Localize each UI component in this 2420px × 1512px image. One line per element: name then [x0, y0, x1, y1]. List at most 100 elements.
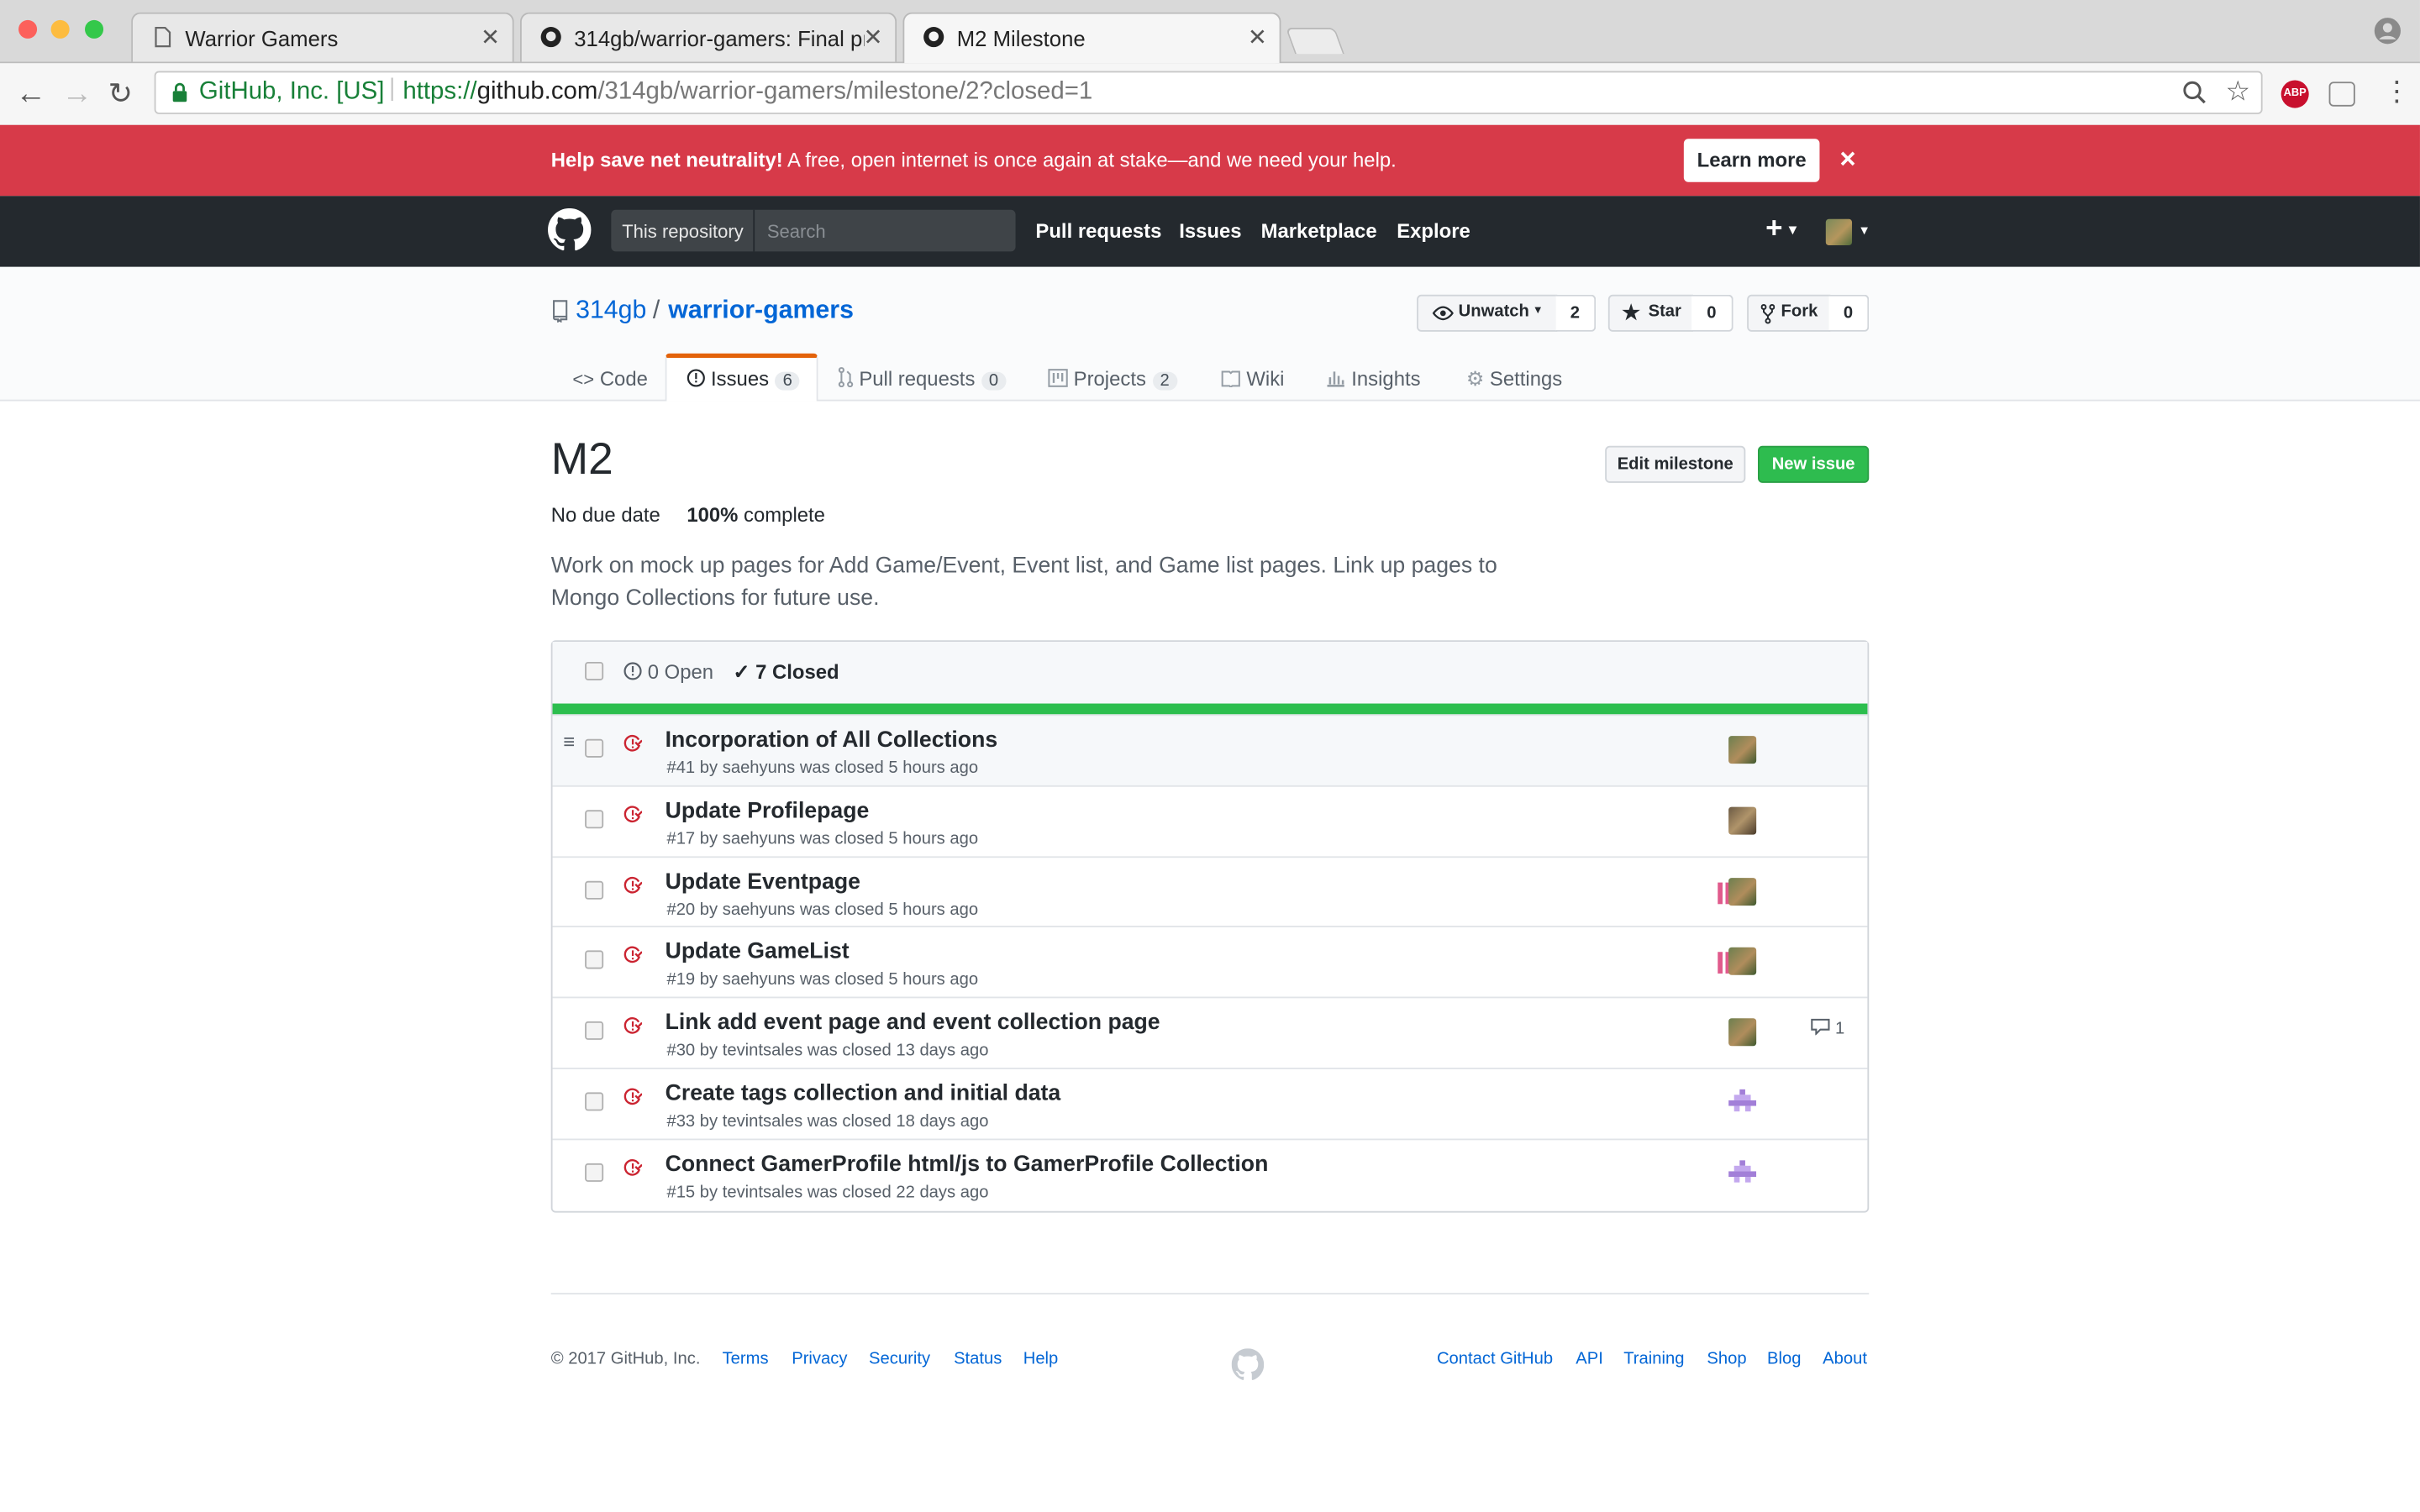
tab-settings[interactable]: ⚙ Settings: [1466, 367, 1562, 391]
footer-link-status[interactable]: Status: [954, 1350, 1002, 1368]
footer-link-contact[interactable]: Contact GitHub: [1437, 1350, 1553, 1368]
footer-link-shop[interactable]: Shop: [1707, 1350, 1746, 1368]
github-logo-icon[interactable]: [548, 207, 592, 251]
tab-insights[interactable]: Insights: [1326, 367, 1421, 391]
issue-row[interactable]: Update GameList #19 by saehyuns was close…: [552, 926, 1868, 997]
learn-more-button[interactable]: Learn more: [1683, 139, 1820, 182]
issue-checkbox[interactable]: [585, 1092, 604, 1111]
due-date: No due date: [550, 502, 660, 527]
issue-checkbox[interactable]: [585, 738, 604, 758]
tab-close-icon[interactable]: ✕: [481, 24, 500, 50]
nav-explore[interactable]: Explore: [1397, 219, 1470, 243]
issue-title[interactable]: Create tags collection and initial data: [666, 1082, 1061, 1106]
drag-handle-icon[interactable]: ≡: [563, 730, 575, 753]
edit-milestone-button[interactable]: Edit milestone: [1605, 445, 1746, 483]
close-icon[interactable]: ×: [1839, 144, 1855, 176]
fork-button[interactable]: Fork: [1747, 294, 1831, 332]
tab-code[interactable]: <> Code: [572, 367, 647, 391]
nav-issues[interactable]: Issues: [1179, 219, 1241, 243]
star-count[interactable]: 0: [1691, 294, 1733, 332]
github-mark-icon[interactable]: [1231, 1348, 1265, 1381]
footer-divider: [550, 1293, 1870, 1294]
closed-filter[interactable]: ✓ 7 Closed: [733, 660, 839, 685]
assignee-avatar[interactable]: [1728, 1089, 1757, 1117]
profile-icon[interactable]: [2374, 17, 2402, 45]
fork-count[interactable]: 0: [1828, 294, 1870, 332]
assignee-avatar[interactable]: [1728, 877, 1757, 906]
browser-tab-active[interactable]: M2 Milestone ✕: [902, 12, 1281, 64]
search-box[interactable]: This repository Search: [611, 209, 1016, 252]
tab-projects[interactable]: Projects 2: [1048, 367, 1177, 391]
footer-link-blog[interactable]: Blog: [1767, 1350, 1801, 1368]
tab-issues[interactable]: Issues 6: [687, 367, 801, 391]
forward-icon[interactable]: →: [61, 77, 92, 113]
watch-count[interactable]: 2: [1555, 294, 1597, 332]
repo-owner-link[interactable]: 314gb: [576, 297, 646, 326]
issue-title[interactable]: Connect GamerProfile html/js to GamerPro…: [666, 1152, 1269, 1177]
adblock-icon[interactable]: ABP: [2281, 80, 2309, 108]
issue-checkbox[interactable]: [585, 880, 604, 900]
issue-row[interactable]: Update Profilepage #17 by saehyuns was cl…: [552, 785, 1868, 856]
issue-row[interactable]: Update Eventpage #20 by saehyuns was clos…: [552, 855, 1868, 927]
browser-tab[interactable]: 314gb/warrior-gamers: Final pro ✕: [519, 12, 897, 62]
caret-down-icon[interactable]: ▼: [1858, 223, 1870, 238]
issue-row[interactable]: ≡ Incorporation of All Collections #41 by …: [552, 714, 1868, 785]
footer-link-about[interactable]: About: [1823, 1350, 1867, 1368]
comment-count[interactable]: 1: [1810, 1019, 1844, 1038]
caret-down-icon: ▼: [1786, 222, 1800, 238]
assignee-avatar[interactable]: [1728, 1159, 1757, 1188]
avatar[interactable]: [1825, 218, 1853, 246]
issue-title[interactable]: Update Profilepage: [666, 799, 870, 823]
create-new-button[interactable]: + ▼: [1765, 213, 1799, 246]
footer-link-training[interactable]: Training: [1623, 1350, 1684, 1368]
back-icon[interactable]: ←: [15, 77, 46, 113]
issue-checkbox[interactable]: [585, 809, 604, 828]
footer-link-security[interactable]: Security: [869, 1350, 930, 1368]
reload-icon[interactable]: ↻: [108, 77, 133, 113]
zoom-icon[interactable]: [2182, 81, 2207, 105]
issue-title[interactable]: Update Eventpage: [666, 869, 860, 894]
browser-tab[interactable]: Warrior Gamers ✕: [131, 12, 514, 62]
issue-title[interactable]: Link add event page and event collection…: [666, 1011, 1160, 1035]
issue-closed-icon: [623, 806, 643, 822]
tab-pull-requests[interactable]: Pull requests 0: [838, 366, 1007, 391]
unwatch-button[interactable]: Unwatch ▼: [1417, 294, 1558, 332]
assignee-avatar[interactable]: [1728, 948, 1757, 976]
assignee-avatar[interactable]: [1728, 736, 1757, 764]
issue-row[interactable]: Connect GamerProfile html/js to GamerPro…: [552, 1138, 1868, 1209]
footer-link-terms[interactable]: Terms: [723, 1350, 769, 1368]
new-tab-button[interactable]: [1285, 28, 1344, 55]
star-button[interactable]: ★ Star: [1607, 294, 1693, 332]
close-window-button[interactable]: [18, 19, 38, 39]
issue-checkbox[interactable]: [585, 1163, 604, 1182]
url-field[interactable]: GitHub, Inc. [US] | https://github.com/3…: [154, 71, 2263, 114]
assignee-avatar[interactable]: [1728, 806, 1757, 835]
open-filter[interactable]: 0 Open: [623, 660, 713, 684]
tab-close-icon[interactable]: ✕: [1248, 24, 1267, 50]
minimize-window-button[interactable]: [50, 19, 70, 39]
footer-link-privacy[interactable]: Privacy: [792, 1350, 847, 1368]
issue-checkbox[interactable]: [585, 951, 604, 970]
footer-link-api[interactable]: API: [1576, 1350, 1603, 1368]
tab-wiki[interactable]: Wiki: [1221, 367, 1284, 391]
projects-count: 2: [1152, 371, 1177, 391]
github-icon: [923, 27, 944, 48]
issue-row[interactable]: Link add event page and event collection…: [552, 996, 1868, 1068]
issue-row[interactable]: Create tags collection and initial data #…: [552, 1067, 1868, 1138]
bookmark-star-icon[interactable]: ☆: [2226, 76, 2251, 108]
select-all-checkbox[interactable]: [585, 661, 604, 680]
issue-title[interactable]: Update GameList: [666, 940, 850, 964]
extension-icon[interactable]: [2328, 81, 2355, 107]
tab-title: M2 Milestone: [956, 26, 1086, 51]
menu-dots-icon[interactable]: ⋮: [2383, 76, 2411, 108]
tab-close-icon[interactable]: ✕: [863, 24, 882, 50]
footer-link-help[interactable]: Help: [1023, 1350, 1059, 1368]
issue-checkbox[interactable]: [585, 1021, 604, 1041]
issue-title[interactable]: Incorporation of All Collections: [666, 728, 998, 753]
zoom-window-button[interactable]: [85, 19, 104, 39]
new-issue-button[interactable]: New issue: [1758, 445, 1870, 483]
assignee-avatar[interactable]: [1728, 1018, 1757, 1047]
nav-pull-requests[interactable]: Pull requests: [1035, 219, 1161, 243]
repo-name-link[interactable]: warrior-gamers: [668, 297, 854, 326]
nav-marketplace[interactable]: Marketplace: [1261, 219, 1377, 243]
